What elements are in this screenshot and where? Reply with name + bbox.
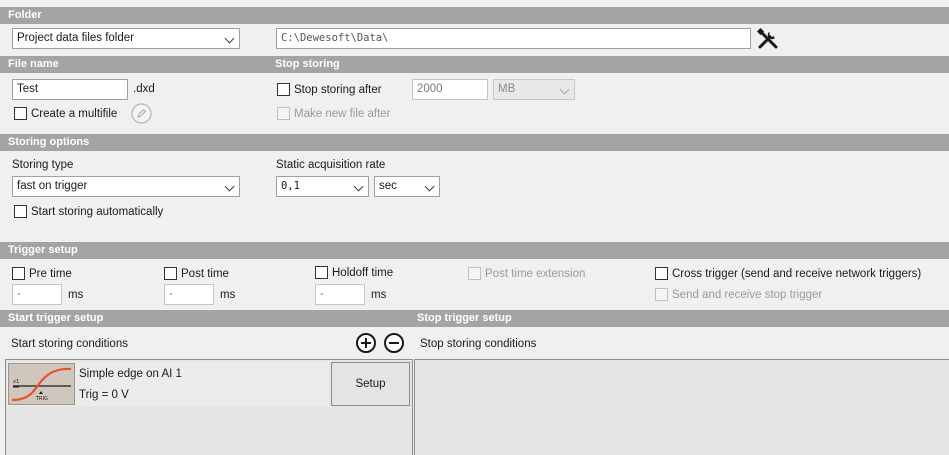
- condition-detail: Trig = 0 V: [79, 389, 129, 401]
- checkbox-box[interactable]: [14, 205, 27, 218]
- checkbox-box[interactable]: [655, 267, 668, 280]
- stop-storing-header: Stop storing: [275, 58, 340, 70]
- stop-unit-select[interactable]: MB: [493, 79, 575, 100]
- post-time-label: Post time: [181, 267, 229, 280]
- trigger-condition-item[interactable]: x1 TRIG Simple edge on AI 1 Trig = 0 V: [7, 362, 329, 406]
- static-rate-unit-value: sec: [379, 180, 397, 192]
- checkbox-box[interactable]: [14, 107, 27, 120]
- static-rate-select[interactable]: 0,1: [276, 176, 369, 197]
- holdoff-time-unit: ms: [371, 289, 387, 301]
- start-storing-auto-checkbox[interactable]: Start storing automatically: [14, 205, 163, 218]
- checkbox-box[interactable]: [468, 267, 481, 280]
- edit-pencil-icon[interactable]: [131, 103, 152, 124]
- cross-trigger-checkbox[interactable]: Cross trigger (send and receive network …: [655, 267, 921, 280]
- start-conditions-label: Start storing conditions: [11, 338, 128, 350]
- folder-header: Folder: [0, 7, 949, 24]
- start-storing-auto-label: Start storing automatically: [31, 205, 164, 218]
- checkbox-box[interactable]: [277, 107, 290, 120]
- post-time-extension-label: Post time extension: [485, 267, 586, 280]
- make-new-file-checkbox[interactable]: Make new file after: [277, 107, 391, 120]
- checkbox-box[interactable]: [277, 83, 290, 96]
- checkbox-box[interactable]: [655, 288, 668, 301]
- post-time-checkbox[interactable]: Post time: [164, 267, 229, 280]
- pre-time-unit: ms: [68, 289, 84, 301]
- setup-button[interactable]: Setup: [331, 362, 410, 406]
- stop-conditions-list[interactable]: [414, 359, 949, 455]
- checkbox-box[interactable]: [315, 266, 328, 279]
- start-conditions-list[interactable]: x1 TRIG Simple edge on AI 1 Trig = 0 V S…: [5, 359, 413, 455]
- storing-type-label: Storing type: [12, 159, 74, 171]
- stop-size-input[interactable]: 2000: [412, 79, 488, 100]
- chevron-down-icon: [224, 33, 235, 44]
- checkbox-box[interactable]: [12, 267, 25, 280]
- pre-time-input[interactable]: -: [12, 284, 62, 305]
- stop-trigger-checkbox[interactable]: Send and receive stop trigger: [655, 288, 822, 301]
- thumb-trig-label: TRIG: [35, 396, 48, 402]
- holdoff-time-checkbox[interactable]: Holdoff time: [315, 266, 393, 279]
- stop-storing-after-label: Stop storing after: [294, 83, 382, 96]
- folder-type-select[interactable]: Project data files folder: [12, 28, 240, 49]
- stop-storing-after-checkbox[interactable]: Stop storing after: [277, 83, 382, 96]
- stop-trigger-label: Send and receive stop trigger: [672, 288, 823, 301]
- create-multifile-label: Create a multifile: [31, 107, 118, 120]
- file-name-input[interactable]: Test: [12, 79, 128, 100]
- stop-conditions-label: Stop storing conditions: [420, 338, 537, 350]
- minus-icon: [389, 342, 399, 344]
- folder-path-field[interactable]: C:\Dewesoft\Data\: [276, 28, 751, 49]
- post-time-input[interactable]: -: [164, 284, 214, 305]
- stop-trigger-header: Stop trigger setup: [417, 312, 512, 324]
- storing-options-header: Storing options: [0, 134, 949, 151]
- folder-type-value: Project data files folder: [17, 32, 134, 44]
- chevron-down-icon: [559, 84, 570, 95]
- holdoff-time-label: Holdoff time: [332, 266, 394, 279]
- make-new-file-label: Make new file after: [294, 107, 391, 120]
- file-extension-label: .dxd: [133, 83, 155, 95]
- chevron-down-icon: [424, 181, 435, 192]
- edge-trigger-thumbnail: x1 TRIG: [8, 363, 75, 405]
- post-time-unit: ms: [220, 289, 236, 301]
- svg-text:x1: x1: [13, 379, 19, 385]
- stop-unit-value: MB: [498, 83, 516, 95]
- post-time-extension-checkbox[interactable]: Post time extension: [468, 267, 585, 280]
- trigger-setup-header: Trigger setup: [0, 242, 949, 259]
- create-multifile-checkbox[interactable]: Create a multifile: [14, 107, 117, 120]
- storing-type-select[interactable]: fast on trigger: [12, 176, 240, 197]
- static-rate-value: 0,1: [281, 180, 300, 192]
- cross-trigger-label: Cross trigger (send and receive network …: [672, 267, 922, 280]
- chevron-down-icon: [353, 181, 364, 192]
- checkbox-box[interactable]: [164, 267, 177, 280]
- storing-type-value: fast on trigger: [17, 180, 88, 192]
- add-condition-button[interactable]: [356, 333, 376, 353]
- chevron-down-icon: [224, 181, 235, 192]
- remove-condition-button[interactable]: [384, 333, 404, 353]
- condition-title: Simple edge on AI 1: [79, 368, 182, 380]
- file-name-header: File name: [0, 56, 949, 73]
- holdoff-time-input[interactable]: -: [315, 284, 365, 305]
- static-rate-unit-select[interactable]: sec: [374, 176, 440, 197]
- static-rate-label: Static acquisition rate: [276, 159, 386, 171]
- setup-button-label: Setup: [355, 378, 386, 390]
- tools-icon[interactable]: [756, 27, 780, 51]
- pre-time-checkbox[interactable]: Pre time: [12, 267, 72, 280]
- pre-time-label: Pre time: [29, 267, 72, 280]
